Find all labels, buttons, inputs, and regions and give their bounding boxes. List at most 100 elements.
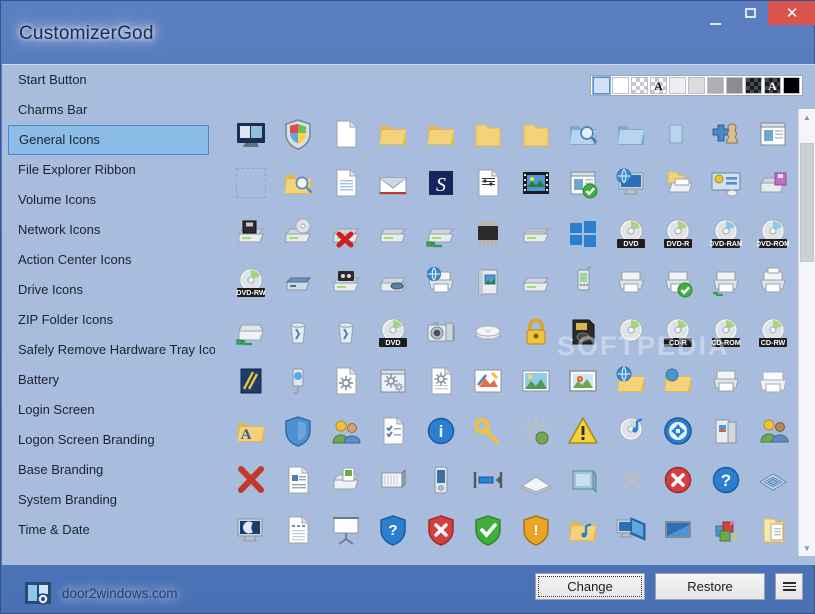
icon-sync-center[interactable] <box>655 406 703 456</box>
icon-folder-blue-open[interactable] <box>607 109 655 159</box>
maximize-button[interactable] <box>733 1 768 25</box>
icon-drive-plain[interactable] <box>370 208 418 258</box>
icon-card-reader[interactable] <box>560 307 608 357</box>
sidebar-item-file-explorer-ribbon[interactable]: File Explorer Ribbon <box>8 155 209 185</box>
sidebar-item-base-branding[interactable]: Base Branding <box>8 455 209 485</box>
vertical-scrollbar[interactable]: ▲ ▼ <box>798 109 815 556</box>
icon-printer-plain[interactable] <box>607 258 655 308</box>
swatch-gray-5[interactable] <box>669 77 686 94</box>
icon-drive-round[interactable] <box>370 258 418 308</box>
swatch-gray-35[interactable] <box>707 77 724 94</box>
icon-security-lock[interactable] <box>512 307 560 357</box>
sidebar-item-battery[interactable]: Battery <box>8 365 209 395</box>
icon-folder-open[interactable] <box>370 109 418 159</box>
icon-folder-blue-closed[interactable] <box>655 109 703 159</box>
scroll-down-icon[interactable]: ▼ <box>799 540 815 556</box>
icon-desktop-display[interactable] <box>227 109 275 159</box>
swatch-gray-55[interactable] <box>726 77 743 94</box>
icon-memory-chip[interactable] <box>465 208 513 258</box>
icon-drive-network[interactable] <box>417 208 465 258</box>
sidebar-item-volume-icons[interactable]: Volume Icons <box>8 185 209 215</box>
icon-shield-blue[interactable] <box>275 406 323 456</box>
icon-remote-desktop[interactable] <box>607 505 655 555</box>
icon-drive-floppy[interactable] <box>227 208 275 258</box>
swatch-light-blue[interactable] <box>593 77 610 94</box>
icon-disc-blank[interactable] <box>465 307 513 357</box>
sidebar-item-charms-bar[interactable]: Charms Bar <box>8 95 209 125</box>
icon-network-globe-folder[interactable] <box>607 357 655 407</box>
swatch-checker-light[interactable] <box>631 77 648 94</box>
icon-presentation-screen[interactable] <box>322 505 370 555</box>
swatch-white[interactable] <box>612 77 629 94</box>
icon-certificate-doc[interactable] <box>275 456 323 506</box>
icon-error-circle[interactable] <box>655 456 703 506</box>
sidebar-item-safely-remove-hardware-tray-icon[interactable]: Safely Remove Hardware Tray Icon <box>8 335 209 365</box>
icon-success-shield[interactable] <box>465 505 513 555</box>
swatch-checker-dark[interactable] <box>745 77 762 94</box>
icon-mobile-sync[interactable] <box>275 357 323 407</box>
icon-disc-dvdrw[interactable]: DVD-RW <box>227 258 275 308</box>
icon-recycle-empty[interactable] <box>322 307 370 357</box>
icon-paint-art[interactable] <box>465 357 513 407</box>
icon-scanner-folder[interactable] <box>655 159 703 209</box>
icon-text-document[interactable] <box>322 159 370 209</box>
menu-button[interactable] <box>775 573 803 600</box>
change-button[interactable]: Change <box>535 573 645 600</box>
sidebar-item-logon-screen-branding[interactable]: Logon Screen Branding <box>8 425 209 455</box>
icon-close-gray-x[interactable] <box>607 456 655 506</box>
icon-settings-window[interactable] <box>370 357 418 407</box>
icon-folder-closed[interactable] <box>465 109 513 159</box>
restore-button[interactable]: Restore <box>655 573 765 600</box>
swatch-black[interactable] <box>783 77 800 94</box>
icon-settings-gear[interactable] <box>512 406 560 456</box>
sidebar-item-system-branding[interactable]: System Branding <box>8 485 209 515</box>
icon-folder-document[interactable] <box>750 505 798 555</box>
icon-alert-shield[interactable]: ! <box>512 505 560 555</box>
icon-info-circle[interactable]: i <box>417 406 465 456</box>
icon-camera[interactable] <box>417 307 465 357</box>
sidebar-item-login-screen[interactable]: Login Screen <box>8 395 209 425</box>
icon-printer-fax[interactable] <box>750 258 798 308</box>
scroll-up-icon[interactable]: ▲ <box>799 109 815 125</box>
icon-empty-selected[interactable] <box>227 159 275 209</box>
icon-picture-frame[interactable] <box>560 357 608 407</box>
icon-mail-envelope[interactable] <box>370 159 418 209</box>
icon-folder-search-yellow[interactable] <box>275 159 323 209</box>
icon-disc-cdrom[interactable]: CD-ROM <box>702 307 750 357</box>
minimize-button[interactable] <box>698 1 733 31</box>
icon-scanner-green[interactable] <box>227 307 275 357</box>
icon-printer-check[interactable] <box>655 258 703 308</box>
icon-disc-cdr[interactable]: CD-R <box>655 307 703 357</box>
close-button[interactable]: ✕ <box>768 1 815 25</box>
icon-disc-cdrw[interactable]: CD-RW <box>750 307 798 357</box>
icon-font-folder[interactable]: A <box>227 406 275 456</box>
icon-user-accounts[interactable] <box>750 406 798 456</box>
icon-windows-logo[interactable] <box>560 208 608 258</box>
brand-link[interactable]: door2windows.com <box>22 577 178 609</box>
icon-screen-blue[interactable] <box>655 505 703 555</box>
icon-disc-dvdrom[interactable]: DVD-ROM <box>750 208 798 258</box>
icon-disc-dvdr[interactable]: DVD-R <box>655 208 703 258</box>
icon-sheet-paper[interactable] <box>512 456 560 506</box>
sidebar-item-network-icons[interactable]: Network Icons <box>8 215 209 245</box>
icon-drive-cd[interactable] <box>275 208 323 258</box>
icon-monitor-moon[interactable] <box>227 505 275 555</box>
icon-music-score[interactable] <box>465 159 513 209</box>
icon-drive-gray[interactable] <box>512 258 560 308</box>
icon-windows-shield[interactable] <box>275 109 323 159</box>
icon-delete-x[interactable] <box>227 456 275 506</box>
icon-network-folder[interactable] <box>655 357 703 407</box>
icon-task-list[interactable] <box>370 406 418 456</box>
icon-window-stack[interactable] <box>750 456 798 506</box>
icon-help-shield[interactable]: ? <box>370 505 418 555</box>
icon-drive-error[interactable] <box>322 208 370 258</box>
icon-key-gold[interactable] <box>465 406 513 456</box>
icon-settings-notes[interactable] <box>417 357 465 407</box>
icon-warning-triangle[interactable] <box>560 406 608 456</box>
icon-printer-network[interactable] <box>702 258 750 308</box>
icon-folder-open-2[interactable] <box>417 109 465 159</box>
icon-blank-document[interactable] <box>322 109 370 159</box>
icon-notes-document[interactable] <box>275 505 323 555</box>
icon-phone-device[interactable] <box>560 258 608 308</box>
icon-folder-search[interactable] <box>560 109 608 159</box>
